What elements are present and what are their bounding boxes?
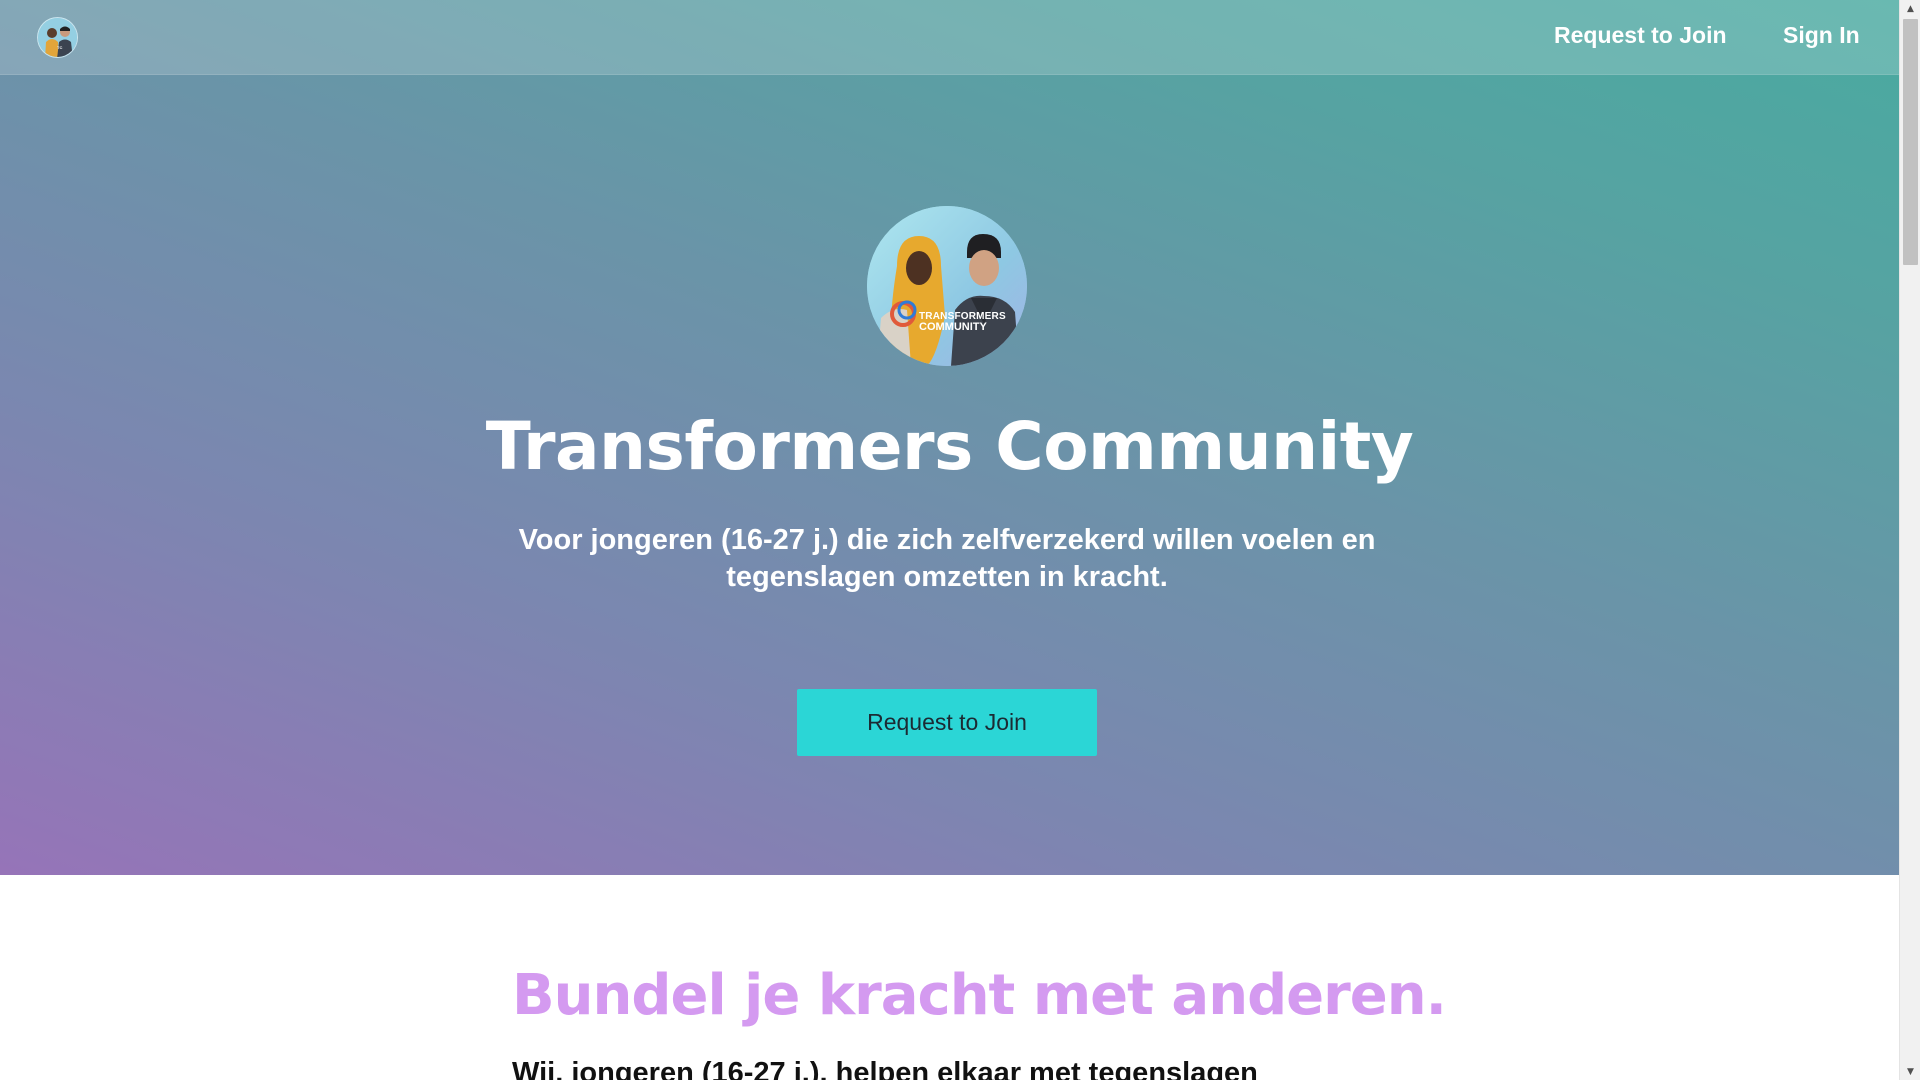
avatar-brand-line2: COMMUNITY (919, 321, 987, 333)
svg-text:TC: TC (57, 45, 62, 50)
hero-subtitle: Voor jongeren (16-27 j.) die zich zelfve… (518, 524, 1376, 593)
section-intro-text: Wij, jongeren (16-27 j.), helpen elkaar … (512, 1057, 1258, 1080)
hero-title: Transformers Community (485, 408, 1414, 485)
vertical-scrollbar[interactable]: ▲ ▼ (1899, 0, 1920, 1080)
request-to-join-button[interactable]: Request to Join (797, 689, 1097, 756)
scroll-up-arrow-icon[interactable]: ▲ (1900, 0, 1920, 17)
nav-sign-in-link[interactable]: Sign In (1783, 22, 1860, 49)
section-heading: Bundel je kracht met anderen. (512, 963, 1447, 1028)
scroll-down-arrow-icon[interactable]: ▼ (1900, 1063, 1920, 1080)
community-avatar-icon: TRANSFORMERS COMMUNITY (867, 206, 1027, 366)
scrollbar-thumb[interactable] (1903, 19, 1918, 265)
community-logo-icon[interactable]: TC (37, 17, 78, 58)
hero-section: TC Request to Join Sign In TRANSFORMERS … (0, 0, 1899, 875)
nav-request-to-join-link[interactable]: Request to Join (1554, 22, 1727, 49)
avatar-brand-text: TRANSFORMERS COMMUNITY (919, 311, 1006, 333)
page: TC Request to Join Sign In TRANSFORMERS … (0, 0, 1920, 1080)
top-navigation-bar: TC Request to Join Sign In (0, 0, 1899, 75)
